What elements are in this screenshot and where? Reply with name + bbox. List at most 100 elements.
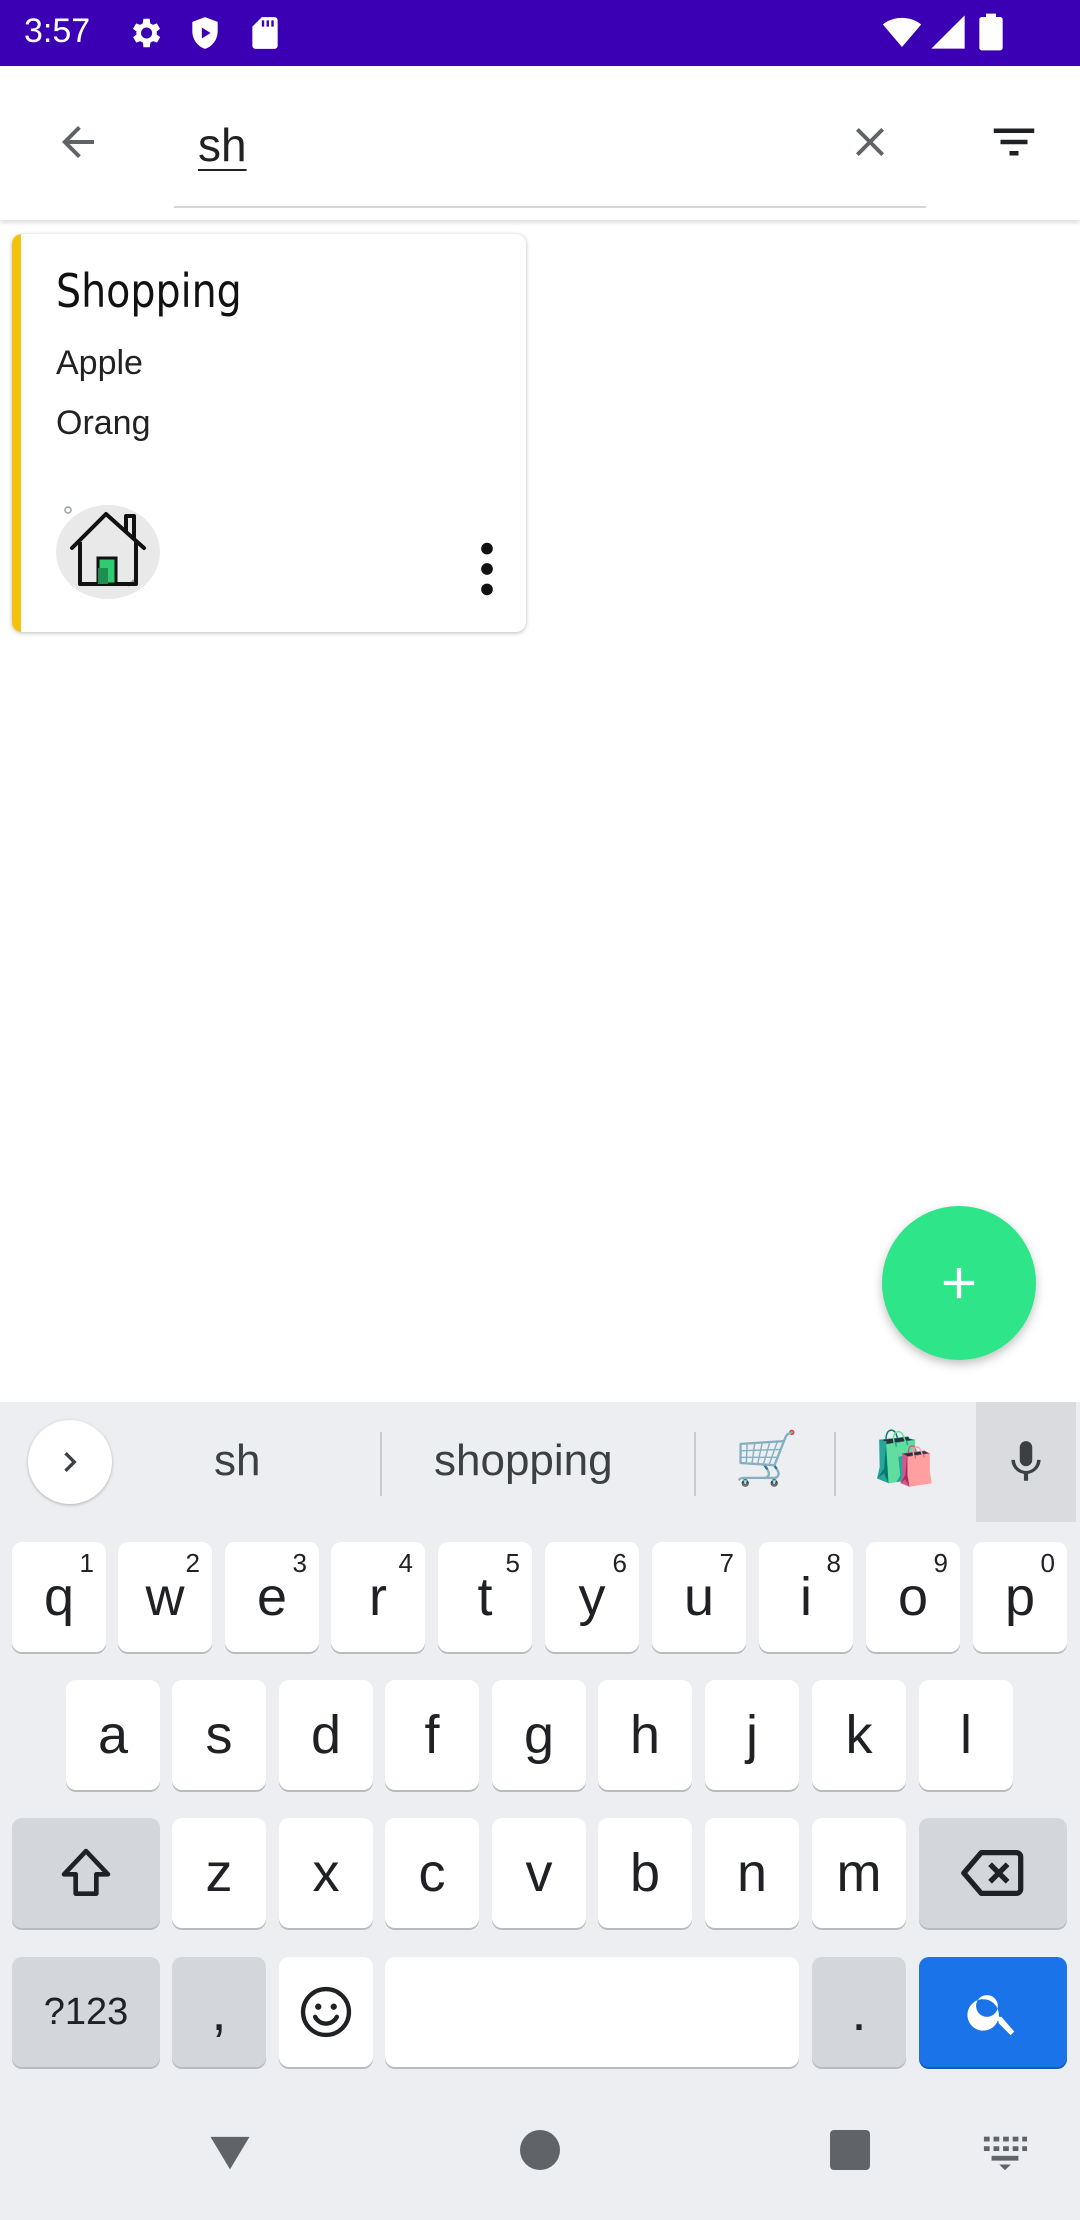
key-f[interactable]: f [385,1680,479,1790]
clear-search-button[interactable] [822,94,918,190]
filter-button[interactable] [966,94,1062,190]
shift-key[interactable] [12,1818,160,1928]
keyboard-switch-icon[interactable] [982,2132,1028,2172]
key-hint: 5 [505,1548,520,1578]
key-p[interactable]: p0 [973,1542,1067,1652]
key-hint: 8 [826,1548,841,1578]
key-c[interactable]: c [385,1818,479,1928]
key-i[interactable]: i8 [759,1542,853,1652]
suggestion-strip: sh shopping 🛒 🛍️ [0,1402,1080,1522]
key-hint: 1 [79,1548,94,1578]
key-hint: 7 [719,1548,734,1578]
suggestion-divider [694,1432,696,1496]
close-icon [856,128,884,156]
key-label: w [145,1567,185,1627]
key-x[interactable]: x [279,1818,373,1928]
shield-icon [192,17,218,49]
status-bar: 3:57 [0,0,1080,66]
note-color-strip [12,234,21,632]
key-hint: 0 [1040,1548,1055,1578]
microphone-icon [1011,1441,1041,1481]
key-hint: 2 [185,1548,200,1578]
add-note-fab[interactable] [882,1206,1036,1360]
key-hint: 4 [398,1548,413,1578]
chevron-right-icon [64,1452,77,1472]
search-key[interactable] [919,1957,1067,2067]
key-label: p [1004,1567,1036,1627]
key-label: q [43,1567,75,1627]
key-l[interactable]: l [919,1680,1013,1790]
note-title: Shopping [56,264,242,318]
soft-keyboard: sh shopping 🛒 🛍️ q1 w2 e3 r4 t5 y6 u7 i8… [0,1402,1080,2082]
note-item: Orang [56,404,151,442]
backspace-key[interactable] [919,1818,1067,1928]
system-nav-bar [0,2082,1080,2220]
key-a[interactable]: a [66,1680,160,1790]
key-o[interactable]: o9 [866,1542,960,1652]
search-icon [967,1995,1015,2036]
key-u[interactable]: u7 [652,1542,746,1652]
emoji-key[interactable] [279,1957,373,2067]
app-screen: 3:57 sh Shopping Apple Orang sh shopping… [0,0,1080,2220]
key-label: u [683,1567,715,1627]
emoji-suggestion-cart[interactable]: 🛒 [734,1428,799,1489]
key-n[interactable]: n [705,1818,799,1928]
key-h[interactable]: h [598,1680,692,1790]
battery-icon [979,13,1003,51]
home-icon [56,505,160,599]
suggestion-divider [380,1432,382,1496]
key-m[interactable]: m [812,1818,906,1928]
symbols-key[interactable]: ?123 [12,1957,160,2067]
key-r[interactable]: r4 [331,1542,425,1652]
suggestion-1[interactable]: sh [214,1436,260,1486]
space-key[interactable] [385,1957,799,2067]
backspace-icon [961,1849,1024,1897]
key-hint: 6 [612,1548,627,1578]
plus-icon [943,1267,975,1299]
note-item: Apple [56,344,143,382]
key-hint: 3 [292,1548,307,1578]
key-w[interactable]: w2 [118,1542,212,1652]
period-key[interactable]: . [812,1957,906,2067]
comma-key[interactable]: , [172,1957,266,2067]
more-vert-icon [481,542,493,596]
shift-icon [61,1848,111,1896]
key-label: y [578,1567,606,1627]
key-label: e [256,1567,288,1627]
key-label: t [477,1567,493,1627]
search-toolbar: sh [0,66,1080,220]
suggestion-divider [834,1432,836,1496]
suggestion-2[interactable]: shopping [434,1436,613,1486]
search-input[interactable]: sh [198,118,247,172]
key-hint: 9 [933,1548,948,1578]
emoji-suggestion-bags[interactable]: 🛍️ [872,1428,937,1489]
signal-icon [931,15,965,49]
key-k[interactable]: k [812,1680,906,1790]
nav-recents-square-icon[interactable] [826,2126,874,2174]
key-b[interactable]: b [598,1818,692,1928]
voice-input-button[interactable] [976,1402,1076,1522]
key-j[interactable]: j [705,1680,799,1790]
key-label: o [897,1567,929,1627]
settings-gear-icon [132,18,161,48]
key-d[interactable]: d [279,1680,373,1790]
key-y[interactable]: y6 [545,1542,639,1652]
key-e[interactable]: e3 [225,1542,319,1652]
key-g[interactable]: g [492,1680,586,1790]
filter-icon [993,128,1035,156]
key-t[interactable]: t5 [438,1542,532,1652]
note-card[interactable]: Shopping Apple Orang [12,234,526,632]
nav-back-triangle-icon[interactable] [204,2126,256,2178]
back-button[interactable] [30,94,126,190]
key-label: r [369,1567,387,1627]
nav-home-circle-icon[interactable] [516,2126,564,2174]
expand-toolbar-button[interactable] [28,1420,112,1504]
search-field[interactable]: sh [174,100,926,208]
sd-card-icon [252,17,278,49]
note-menu-button[interactable] [452,534,522,604]
smiley-icon [300,1986,352,2038]
key-q[interactable]: q1 [12,1542,106,1652]
key-v[interactable]: v [492,1818,586,1928]
key-z[interactable]: z [172,1818,266,1928]
key-s[interactable]: s [172,1680,266,1790]
